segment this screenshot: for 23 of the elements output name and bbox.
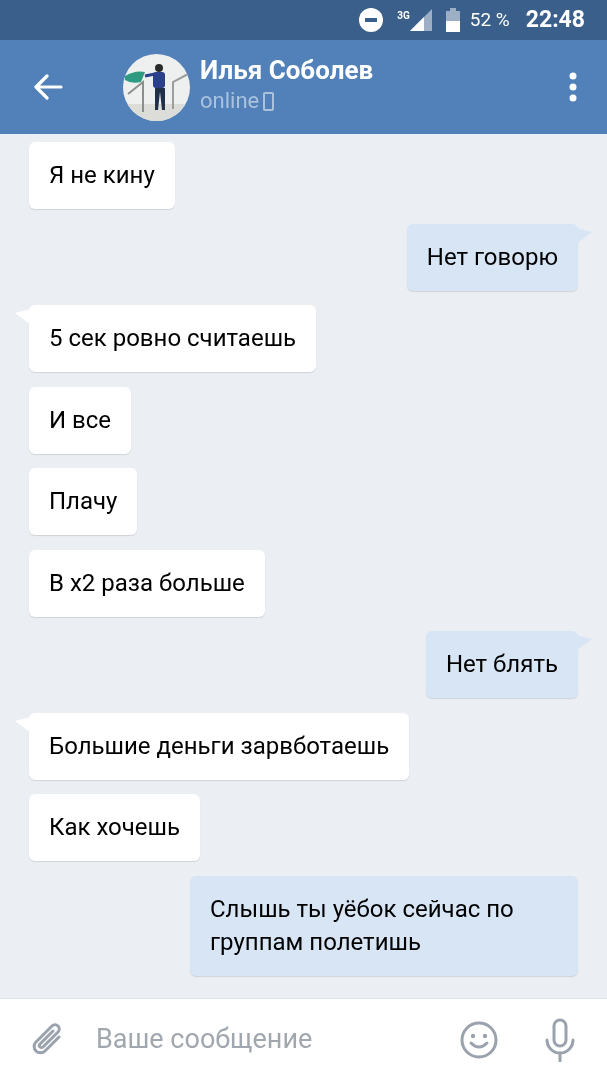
message-input-field[interactable]: Ваше сообщение [96, 1019, 459, 1060]
incoming-message: И все [29, 386, 132, 454]
do-not-disturb-icon [359, 8, 384, 32]
network-type: 3G [397, 11, 410, 21]
incoming-message: В x2 раза больше [29, 549, 265, 617]
message-composer[interactable]: Ваше сообщение [0, 998, 607, 1080]
battery-percent: 52 % [469, 6, 510, 33]
phone-icon [263, 91, 275, 111]
clock-time: 22:48 [525, 4, 585, 35]
back-arrow-icon [33, 74, 63, 100]
incoming-message: Как хочешь [29, 794, 200, 861]
more-icon [569, 72, 577, 102]
smiley-icon [460, 1020, 498, 1059]
voice-button[interactable] [543, 1017, 577, 1062]
microphone-icon [544, 1017, 576, 1062]
battery-icon [445, 8, 460, 32]
online-status: online [200, 87, 260, 115]
signal-icon [409, 9, 432, 31]
outgoing-message: Слышь ты уёбок сейчас по группам полетишь [190, 875, 578, 976]
incoming-message: Я не кину [29, 142, 175, 209]
emoji-button[interactable] [459, 1019, 499, 1060]
incoming-message: Плачу [29, 468, 138, 535]
contact-name: Илья Соболев [200, 54, 374, 87]
